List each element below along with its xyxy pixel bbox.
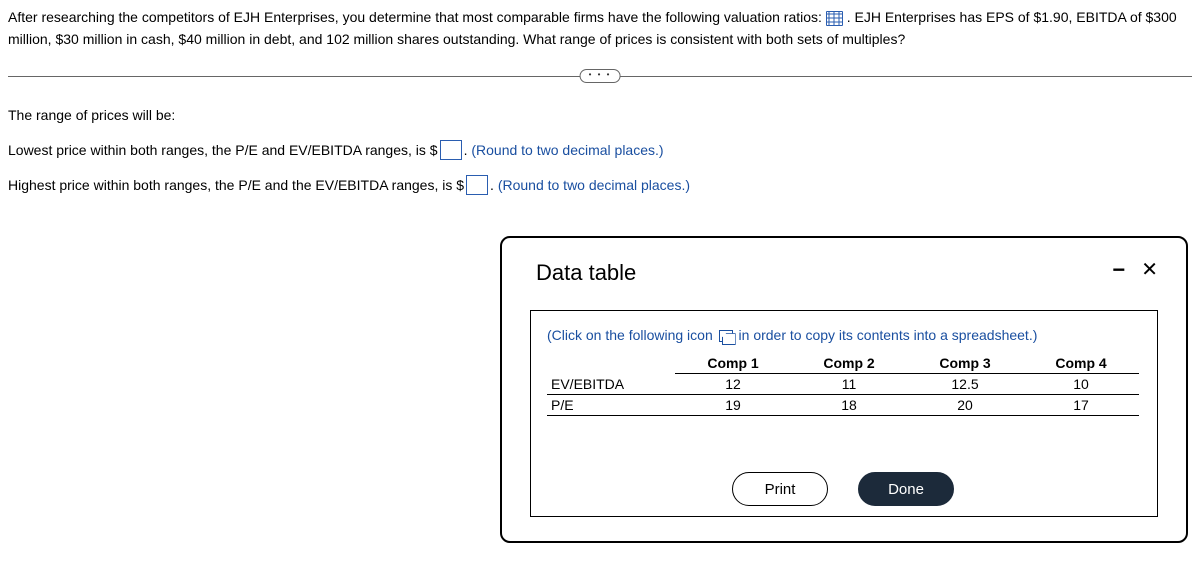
section-divider: • • • xyxy=(8,69,1192,83)
copy-hint: (Click on the following icon in order to… xyxy=(547,327,1139,343)
header-comp4: Comp 4 xyxy=(1023,353,1139,374)
intro-text-1: After researching the competitors of EJH… xyxy=(8,9,822,25)
cell: 10 xyxy=(1023,374,1139,395)
lowest-price-input[interactable] xyxy=(440,140,462,160)
close-icon[interactable]: ✕ xyxy=(1141,260,1158,280)
lowest-price-label-pre: Lowest price within both ranges, the P/E… xyxy=(8,142,438,158)
cell: 12.5 xyxy=(907,374,1023,395)
cell: 19 xyxy=(675,395,791,416)
table-header-row: Comp 1 Comp 2 Comp 3 Comp 4 xyxy=(547,353,1139,374)
highest-price-line: Highest price within both ranges, the P/… xyxy=(8,175,1192,196)
cell: 11 xyxy=(791,374,907,395)
header-comp3: Comp 3 xyxy=(907,353,1023,374)
minimize-icon[interactable]: − xyxy=(1112,260,1125,280)
row-label-pe: P/E xyxy=(547,395,675,416)
header-blank xyxy=(547,353,675,374)
highest-price-hint: (Round to two decimal places.) xyxy=(498,177,690,193)
data-table-modal: Data table − ✕ (Click on the following i… xyxy=(500,236,1188,543)
header-comp1: Comp 1 xyxy=(675,353,791,374)
table-row: EV/EBITDA 12 11 12.5 10 xyxy=(547,374,1139,395)
data-table-icon[interactable] xyxy=(826,11,843,26)
print-button[interactable]: Print xyxy=(732,472,828,506)
highest-price-label-pre: Highest price within both ranges, the P/… xyxy=(8,177,464,193)
done-button[interactable]: Done xyxy=(858,472,954,506)
copy-icon[interactable] xyxy=(719,330,733,342)
highest-price-label-post: . xyxy=(490,177,494,193)
highest-price-input[interactable] xyxy=(466,175,488,195)
cell: 20 xyxy=(907,395,1023,416)
cell: 12 xyxy=(675,374,791,395)
modal-title: Data table xyxy=(530,260,1112,286)
cell: 17 xyxy=(1023,395,1139,416)
copy-hint-post: in order to copy its contents into a spr… xyxy=(739,327,1038,343)
modal-body: (Click on the following icon in order to… xyxy=(530,310,1158,517)
copy-hint-pre: (Click on the following icon xyxy=(547,327,713,343)
header-comp2: Comp 2 xyxy=(791,353,907,374)
range-heading: The range of prices will be: xyxy=(8,105,1192,126)
expand-toggle[interactable]: • • • xyxy=(580,69,621,83)
lowest-price-hint: (Round to two decimal places.) xyxy=(471,142,663,158)
valuation-table: Comp 1 Comp 2 Comp 3 Comp 4 EV/EBITDA 12… xyxy=(547,353,1139,416)
lowest-price-line: Lowest price within both ranges, the P/E… xyxy=(8,140,1192,161)
lowest-price-label-post: . xyxy=(464,142,468,158)
cell: 18 xyxy=(791,395,907,416)
table-row: P/E 19 18 20 17 xyxy=(547,395,1139,416)
question-intro: After researching the competitors of EJH… xyxy=(8,6,1192,51)
row-label-evebitda: EV/EBITDA xyxy=(547,374,675,395)
